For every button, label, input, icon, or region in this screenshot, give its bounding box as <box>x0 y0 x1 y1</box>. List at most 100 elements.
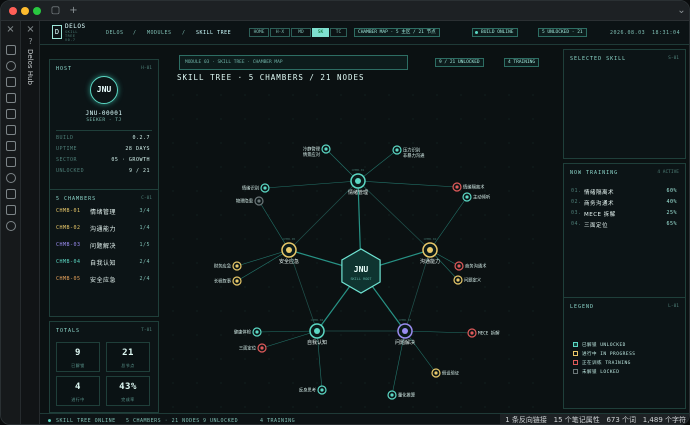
breadcrumb-modules[interactable]: MODULES <box>147 30 172 36</box>
grid-dot <box>532 310 534 312</box>
archive-icon[interactable] <box>6 157 16 167</box>
file-icon[interactable] <box>6 45 16 55</box>
delos-main: D DELOS SKILL TREE V0.7 DELOS / MODULES … <box>40 21 689 413</box>
grid-dot <box>532 118 534 120</box>
training-name[interactable]: 三面定位 <box>584 221 608 229</box>
edge-line <box>357 180 458 188</box>
grid-dot <box>172 406 174 408</box>
skill-label: MECE 拆解 <box>478 330 500 337</box>
grid-dot <box>292 166 294 168</box>
host-panel: HOST H-01 JNU JNU-00001 SEEKER · TJ BUIL… <box>49 59 159 199</box>
calendar-icon[interactable] <box>6 93 16 103</box>
terminal-icon[interactable] <box>6 125 16 135</box>
training-name[interactable]: 情绪隔离术 <box>584 188 614 196</box>
word-count: 673 个词 <box>606 416 637 424</box>
grid-dot <box>268 382 270 384</box>
skill-node-core <box>465 195 469 199</box>
mode-md[interactable]: MD <box>291 28 311 37</box>
close-window-button[interactable] <box>9 7 17 15</box>
edge-line <box>429 196 468 251</box>
training-code: 4 ACTIVE <box>657 170 679 175</box>
chamber-code[interactable]: CHMB-03 <box>56 242 81 248</box>
chamber-code[interactable]: CHMB-01 <box>56 208 81 214</box>
grid-dot <box>532 262 534 264</box>
obsidian-status: 1 条反向链接 15 个笔记属性 673 个词 1,489 个字符 <box>500 414 689 424</box>
grid-dot <box>220 262 222 264</box>
host-row-key: UPTIME <box>56 146 78 152</box>
chamber-count: 1/4 <box>139 225 150 231</box>
grid-dot <box>388 94 390 96</box>
selected-skill-panel: SELECTED SKILL S-01 <box>563 49 686 159</box>
chambers-title: 5 CHAMBERS <box>56 196 97 202</box>
chamber-map-badge[interactable]: CHAMBER MAP · 5 主区 / 21 节点 <box>354 28 440 37</box>
training-name[interactable]: 商务沟通术 <box>584 199 614 207</box>
selected-title: SELECTED SKILL <box>570 56 627 62</box>
sync-icon[interactable] <box>6 173 16 183</box>
unlocked-badge: 5 UNLOCKED · 21 <box>538 28 587 37</box>
grid-dot <box>316 118 318 120</box>
total-cell: 4 进行中 <box>56 376 100 406</box>
help-icon[interactable]: ? <box>24 35 37 48</box>
grid-dot <box>532 286 534 288</box>
training-name[interactable]: MECE 拆解 <box>584 210 616 218</box>
tab-menu-icon[interactable]: ⌄ <box>675 4 688 17</box>
grid-dot <box>172 262 174 264</box>
graph-icon[interactable] <box>6 61 16 71</box>
mode-tc[interactable]: TC <box>330 28 347 37</box>
mode-hx[interactable]: H·X <box>270 28 290 37</box>
totals-code: T-01 <box>141 328 152 333</box>
grid-dot <box>196 238 198 240</box>
grid-dot <box>268 334 270 336</box>
mode-sk[interactable]: SK <box>312 28 329 37</box>
chamber-name[interactable]: 情绪管理 <box>90 207 116 216</box>
chamber-name[interactable]: 问题解决 <box>90 241 116 250</box>
grid-dot <box>484 406 486 408</box>
properties-count[interactable]: 15 个笔记属性 <box>554 416 600 424</box>
grid-dot <box>484 358 486 360</box>
grid-dot <box>532 334 534 336</box>
chamber-name[interactable]: 自我认知 <box>90 258 116 267</box>
sidebar-toggle-icon[interactable]: ▢ <box>49 4 62 17</box>
help-icon[interactable] <box>6 221 16 231</box>
grid-dot <box>412 166 414 168</box>
new-tab-icon[interactable]: + <box>67 4 80 17</box>
breadcrumb-delos[interactable]: DELOS <box>106 30 124 36</box>
total-label: 完成率 <box>121 397 135 402</box>
grid-dot <box>220 334 222 336</box>
breadcrumb-sep-2: / <box>182 30 186 36</box>
grid-dot <box>460 118 462 120</box>
grid-dot <box>292 382 294 384</box>
grid-dot <box>220 142 222 144</box>
minimize-window-button[interactable] <box>21 7 29 15</box>
backlinks-count[interactable]: 1 条反向链接 <box>505 416 547 424</box>
copy-icon[interactable] <box>6 109 16 119</box>
close-icon[interactable]: × <box>4 23 17 36</box>
skill-graph[interactable]: JNU SKILL ROOT 情绪管理 CHMB-01 沟通能力 CHMB-02 问题解决 C… <box>165 45 557 413</box>
host-row-key: UNLOCKED <box>56 168 85 174</box>
chamber-name[interactable]: 沟通能力 <box>90 224 116 233</box>
inbox-icon[interactable] <box>6 189 16 199</box>
grid-icon[interactable] <box>6 77 16 87</box>
grid-dot <box>388 166 390 168</box>
chamber-name[interactable]: 安全应急 <box>90 275 116 284</box>
legend-code: L-01 <box>668 304 679 309</box>
grid-dot <box>508 406 510 408</box>
host-id: JNU-00001 <box>85 110 123 117</box>
maximize-window-button[interactable] <box>33 7 41 15</box>
grid-dot <box>460 214 462 216</box>
chamber-code[interactable]: CHMB-04 <box>56 259 81 265</box>
grid-dot <box>412 382 414 384</box>
vertical-tab[interactable]: × ? Delos Hub <box>21 21 40 424</box>
grid-dot <box>196 406 198 408</box>
grid-dot <box>268 286 270 288</box>
list-icon[interactable] <box>6 141 16 151</box>
legend-label: 未解锁 LOCKED <box>582 370 620 375</box>
chamber-code[interactable]: CHMB-05 <box>56 276 81 282</box>
grid-dot <box>316 286 318 288</box>
book-icon[interactable] <box>6 205 16 215</box>
mode-home[interactable]: HOME <box>249 28 269 37</box>
host-title: HOST <box>56 66 73 72</box>
chamber-code[interactable]: CHMB-02 <box>56 225 81 231</box>
grid-dot <box>532 382 534 384</box>
grid-dot <box>460 94 462 96</box>
